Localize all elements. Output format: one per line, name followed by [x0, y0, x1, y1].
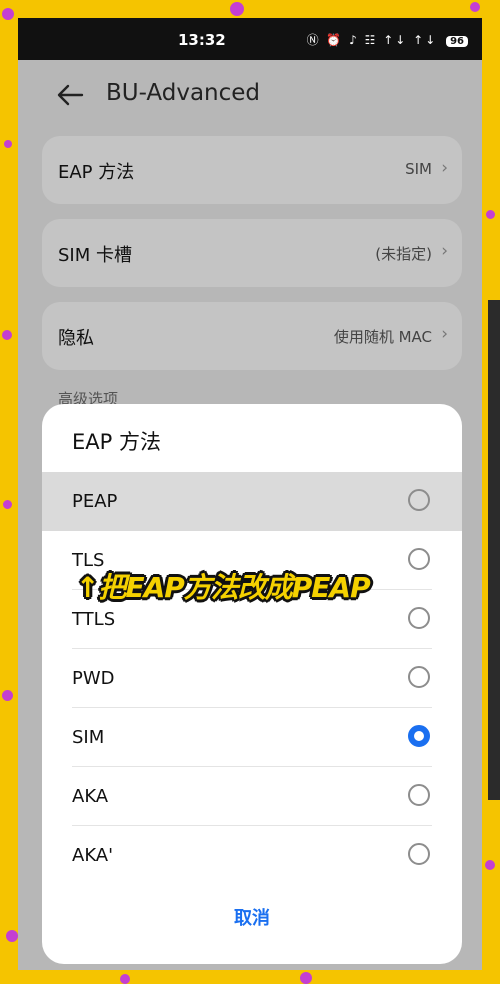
eap-method-dialog: EAP 方法 PEAP TLS TTLS PWD SIM AKA AKA' 取消	[42, 404, 462, 964]
phone-screen: 13:32 Ⓝ ⏰ ♪ ☷ ↑↓ ↑↓ 96 BU-Advanced EAP 方…	[18, 18, 482, 970]
option-label: AKA'	[72, 845, 114, 866]
option-pwd[interactable]: PWD	[42, 649, 462, 708]
status-icons: Ⓝ ⏰ ♪ ☷ ↑↓ ↑↓ 96	[307, 31, 468, 48]
option-label: SIM	[72, 727, 105, 748]
option-aka[interactable]: AKA	[42, 767, 462, 826]
eap-method-label: EAP 方法	[58, 162, 135, 183]
privacy-label: 隐私	[58, 328, 94, 349]
option-peap[interactable]: PEAP	[42, 472, 462, 531]
sim-slot-row[interactable]: SIM 卡槽 (未指定) ›	[42, 219, 462, 287]
chevron-right-icon: ›	[441, 241, 448, 261]
option-label: PEAP	[72, 491, 118, 512]
page-header: BU-Advanced	[18, 76, 482, 116]
radio-button[interactable]	[408, 666, 430, 688]
sim-slot-label: SIM 卡槽	[58, 245, 132, 266]
option-label: PWD	[72, 668, 115, 689]
radio-button[interactable]	[408, 784, 430, 806]
back-arrow-icon[interactable]	[56, 82, 84, 108]
page-title: BU-Advanced	[106, 80, 261, 106]
backdrop-strip	[488, 300, 500, 800]
overlay-caption: ↑把EAP方法改成PEAP	[76, 571, 371, 604]
radio-button[interactable]	[408, 843, 430, 865]
radio-button[interactable]	[408, 489, 430, 511]
status-bar: 13:32 Ⓝ ⏰ ♪ ☷ ↑↓ ↑↓ 96	[18, 18, 482, 60]
radio-button[interactable]	[408, 548, 430, 570]
privacy-value: 使用随机 MAC	[333, 328, 432, 346]
chevron-right-icon: ›	[441, 158, 448, 178]
status-indicator-icons: Ⓝ ⏰ ♪ ☷ ↑↓ ↑↓	[306, 33, 438, 47]
battery-icon: 96	[446, 36, 468, 47]
option-sim[interactable]: SIM	[42, 708, 462, 767]
radio-button-selected[interactable]	[408, 725, 430, 747]
chevron-right-icon: ›	[441, 324, 448, 344]
option-label: AKA	[72, 786, 109, 807]
eap-method-value: SIM	[405, 160, 432, 178]
radio-button[interactable]	[408, 607, 430, 629]
privacy-row[interactable]: 隐私 使用随机 MAC ›	[42, 302, 462, 370]
status-time: 13:32	[178, 31, 226, 49]
sim-slot-value: (未指定)	[375, 245, 432, 263]
dialog-title: EAP 方法	[72, 430, 161, 454]
eap-method-row[interactable]: EAP 方法 SIM ›	[42, 136, 462, 204]
cancel-button[interactable]: 取消	[42, 904, 462, 930]
option-label: TTLS	[72, 609, 116, 630]
option-aka-prime[interactable]: AKA'	[42, 826, 462, 885]
